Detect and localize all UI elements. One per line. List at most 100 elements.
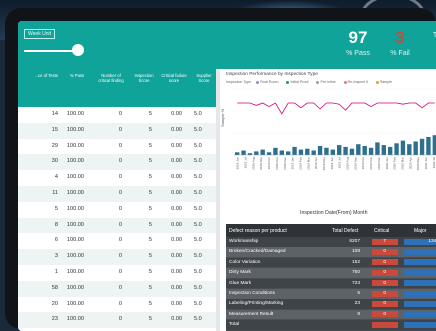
table-cell: 0	[118, 126, 122, 133]
table-cell: 100.00	[66, 190, 84, 196]
defect-cell: 0	[383, 259, 386, 265]
defect-cell: 2	[421, 270, 436, 275]
table-row[interactable]: 6 100.00 0 5 0.00 5.0	[18, 233, 216, 249]
col-header-total-defect[interactable]: Total Defect	[332, 228, 358, 234]
defect-cell: 2	[421, 260, 436, 265]
slicer-handle[interactable]	[72, 44, 84, 56]
chart-bar	[368, 147, 374, 155]
table-cell: 15	[51, 126, 58, 133]
legend-item[interactable]: Initial Proof	[286, 80, 312, 84]
table-cell: 5	[148, 316, 152, 323]
table-cell: 0.00	[171, 126, 182, 133]
x-tick-label: 2019 Feb	[298, 157, 302, 170]
defect-cell: Workmanship	[229, 239, 259, 244]
table-cell: 0.00	[171, 158, 182, 165]
table-cell: 5	[148, 126, 152, 133]
legend-item[interactable]: Final Room	[256, 80, 282, 84]
table-cell: 100.00	[66, 300, 84, 307]
table-row[interactable]: 58 100.00 0 5 0.00 5.0	[18, 280, 216, 297]
defect-row[interactable]: Color Variation 152 0 2	[226, 257, 436, 268]
x-tick-label: 2019 Jan	[291, 157, 295, 170]
table-cell: 0	[118, 142, 122, 149]
chart-bar	[241, 150, 246, 155]
legend-item[interactable]: Re-Inspect it	[343, 80, 372, 84]
table-cell: 0.00	[171, 269, 182, 275]
defect-row[interactable]: Glue Mark 723 0 2	[226, 278, 436, 289]
table-row[interactable]: 5 100.00 0 5 0.00 5.0	[18, 202, 216, 218]
table-row[interactable]: 1 100.00 0 5 0.00 5.0	[18, 265, 216, 281]
kpi-pass: 97 % Pass	[338, 29, 378, 58]
table-cell: 5	[148, 269, 152, 275]
table-cell: 4	[54, 174, 58, 181]
chart-bar	[324, 147, 329, 155]
col-header-major[interactable]: Major	[414, 228, 427, 234]
col-header-defect-reason[interactable]: Defect reason per product	[229, 228, 287, 234]
table-cell: 0.00	[171, 205, 182, 212]
table-row[interactable]: 15 100.00 0 5 0.00 5.0	[18, 122, 216, 139]
table-cell: 100.00	[66, 158, 84, 165]
kpi-fail: 3 % Fail	[380, 28, 420, 58]
table-cell: 0.00	[171, 111, 182, 117]
defect-cell: 5	[357, 291, 360, 296]
defect-row[interactable]: Broken/Cracked/Damaged 108 0 8	[226, 247, 436, 257]
defect-cell: 8	[357, 311, 360, 317]
table-row[interactable]: 8 100.00 0 5 0.00 5.0	[18, 217, 216, 234]
defect-cell: 108	[351, 249, 360, 255]
defect-table-header: Defect reason per product Total Defect C…	[226, 224, 436, 237]
col-header-tests[interactable]: ...ce of Tests	[18, 73, 58, 78]
x-tick-label: 2018 Dec	[283, 157, 287, 170]
table-cell: 5	[148, 142, 152, 149]
chart-bar	[356, 144, 361, 155]
table-row[interactable]: 4 100.00 0 5 0.00 5.0	[18, 170, 216, 186]
table-cell: 0.00	[171, 253, 182, 260]
table-row[interactable]: 29 100.00 0 5 0.00 5.0	[18, 139, 216, 155]
table-cell: 5.0	[194, 111, 202, 117]
chart-title: Inspection Performance by Inspection Typ…	[226, 72, 318, 77]
table-cell: 0	[118, 111, 122, 117]
defect-row[interactable]: Labeling/Printing/Marking 23 0 2	[226, 299, 436, 309]
x-tick-label: 2019 Oct	[361, 157, 365, 169]
table-row[interactable]: 11 100.00 0 5 0.00 5.0	[18, 186, 216, 202]
table-cell: 0.00	[171, 142, 182, 149]
x-tick-label: 2019 Nov	[369, 157, 373, 170]
legend-label: Initial Proof	[290, 80, 309, 84]
x-tick-label: 2018 Jun	[236, 157, 240, 170]
defect-row[interactable]: Workmanship 6207 7 1340	[226, 237, 436, 247]
chart-bar	[273, 147, 278, 155]
col-header-inspection-score[interactable]: Inspection Score	[132, 73, 156, 83]
col-header-pass[interactable]: % Pass	[66, 73, 88, 78]
defect-row[interactable]: Dirty Mark 750 0 2	[226, 268, 436, 278]
table-cell: 23	[51, 316, 58, 323]
table-row[interactable]: 14 100.00 0 5 0.00 5.0	[18, 107, 216, 123]
table-cell: 100.00	[66, 142, 84, 149]
table-cell: 100.00	[66, 205, 84, 212]
col-header-critical-finding[interactable]: Number of critical finding	[96, 73, 126, 83]
legend-label: Pre Inline	[320, 80, 336, 84]
table-cell: 5.0	[194, 237, 202, 244]
legend-item[interactable]: Pre Inline	[316, 80, 339, 84]
defect-row[interactable]: Total	[226, 320, 436, 330]
table-row[interactable]: 23 100.00 0 5 0.00 5.0	[18, 312, 216, 329]
defect-row[interactable]: Inspection Conditions 5 0 2	[226, 289, 436, 299]
col-header-critical[interactable]: Critical	[374, 228, 389, 234]
table-row[interactable]: 30 100.00 0 5 0.00 5.0	[18, 154, 216, 171]
table-cell: 100.00	[66, 284, 84, 291]
kpi-fail-value: 3	[395, 28, 405, 47]
table-cell: 0	[118, 269, 122, 275]
defect-cell: Measurement Result	[229, 311, 274, 317]
kpi-pass-label: % Pass	[346, 50, 370, 57]
defect-cell: 7	[383, 239, 386, 244]
table-row[interactable]: 20 100.00 0 5 0.00 5.0	[18, 297, 216, 313]
col-header-supplier-score[interactable]: Supplier Score	[192, 73, 216, 83]
x-tick-label: 2018 Nov	[275, 157, 279, 170]
col-header-critical-failure[interactable]: Critical failure score	[160, 73, 188, 83]
defect-row[interactable]: Measurement Result 8 0 2	[226, 309, 436, 320]
major-bar	[404, 321, 436, 328]
chart-legend: Inspection Type Final Room Initial Proof P…	[226, 80, 404, 84]
legend-item[interactable]: Sample	[375, 80, 396, 84]
chart-bar	[349, 148, 355, 155]
table-row[interactable]: 3 100.00 0 5 0.00 5.0	[18, 249, 216, 265]
inspection-chart[interactable]: Sample % 2018 Jun 2018 Jul 2018 Aug 2018 Sep…	[220, 85, 436, 177]
legend-title: Inspection Type	[226, 80, 252, 84]
table-cell: 0.00	[171, 300, 182, 307]
